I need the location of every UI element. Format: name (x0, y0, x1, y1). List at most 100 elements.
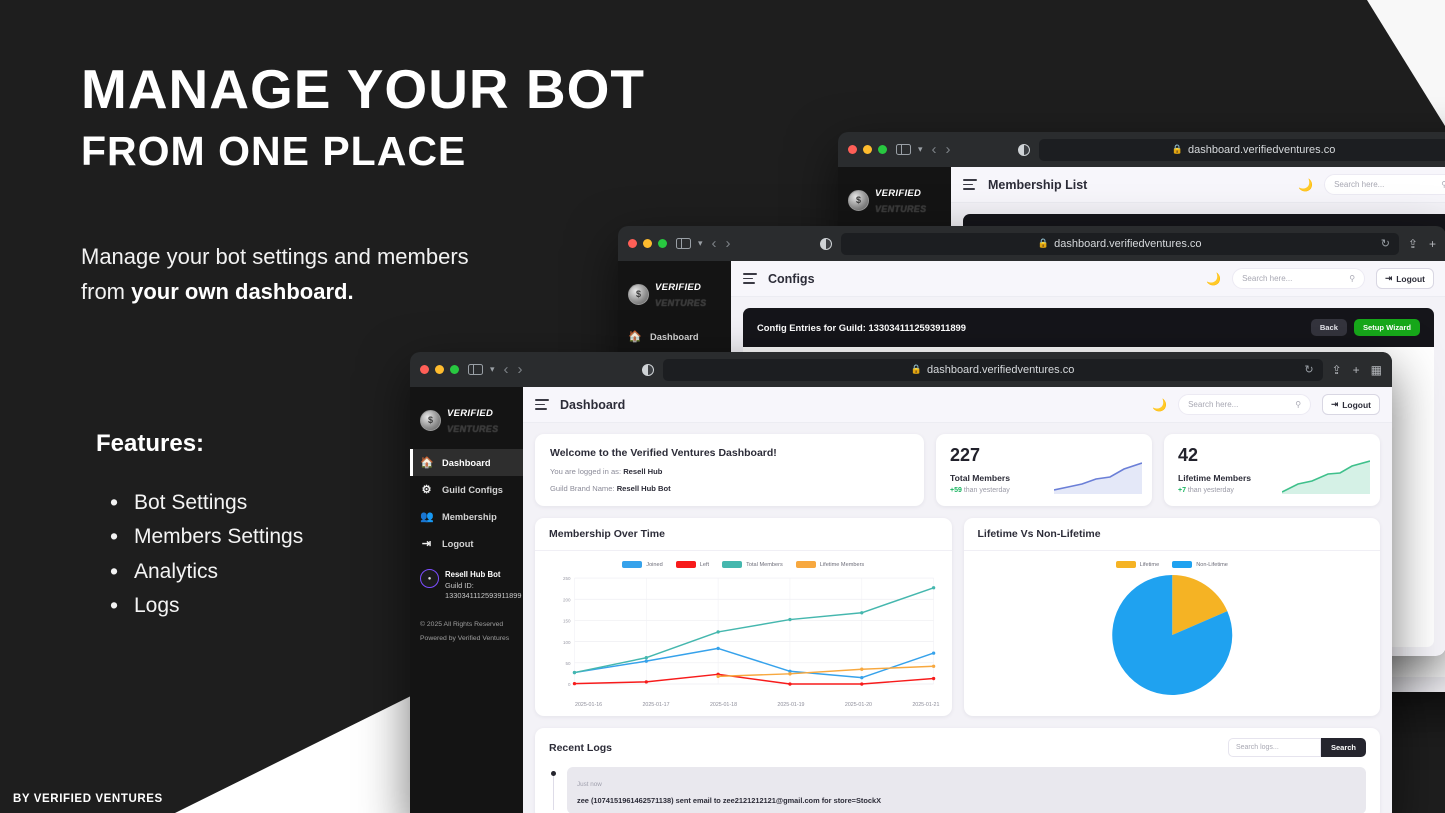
sidebar-item-label: Dashboard (442, 457, 491, 468)
plus-icon[interactable]: + (1353, 363, 1360, 377)
reader-contrast-icon[interactable] (819, 237, 832, 250)
close-icon[interactable] (628, 239, 637, 248)
sidebar-item-membership[interactable]: 👥 Membership (410, 503, 523, 530)
back-icon[interactable]: ‹ (932, 141, 937, 158)
maximize-icon[interactable] (658, 239, 667, 248)
close-icon[interactable] (848, 145, 857, 154)
reader-contrast-icon[interactable] (641, 363, 654, 376)
minimize-icon[interactable] (435, 365, 444, 374)
reload-icon[interactable]: ↻ (1304, 363, 1313, 376)
sidebar-toggle[interactable]: ▾ (468, 364, 495, 375)
sparkline-lifetime-members (1282, 460, 1370, 494)
minimize-icon[interactable] (643, 239, 652, 248)
window-controls[interactable] (628, 239, 667, 248)
brand-line-1: VERIFIED (447, 408, 494, 419)
sidebar-toggle[interactable]: ▾ (896, 144, 923, 155)
forward-icon[interactable]: › (726, 235, 731, 252)
moon-icon[interactable]: 🌙 (1206, 272, 1221, 286)
logs-search-input[interactable]: Search logs... (1227, 738, 1321, 757)
sidebar-toggle[interactable]: ▾ (676, 238, 703, 249)
legend-item-non-lifetime[interactable]: Non-Lifetime (1172, 561, 1228, 568)
sidebar-toggle-icon[interactable] (468, 364, 483, 375)
legend-item-total-members[interactable]: Total Members (722, 561, 783, 568)
close-icon[interactable] (420, 365, 429, 374)
chart-legend[interactable]: Joined Left Total Members Lifetime Membe… (547, 561, 940, 568)
menu-icon[interactable] (963, 179, 977, 190)
topbar-tools[interactable]: 🌙 Search here... ⚲ ⇥ Logout (1298, 174, 1445, 195)
reload-icon[interactable]: ↻ (1381, 237, 1390, 250)
x-tick: 2025-01-20 (844, 702, 872, 708)
menu-icon[interactable] (743, 273, 757, 284)
sidebar-item-logout[interactable]: ⇥ Logout (410, 530, 523, 557)
share-icon[interactable]: ⇪ (1408, 237, 1418, 251)
chrome-right-tools[interactable]: ⇪ + ▦ (1332, 363, 1382, 377)
lock-icon: 🔒 (910, 364, 922, 374)
forward-icon[interactable]: › (518, 361, 523, 378)
legend-item-lifetime[interactable]: Lifetime (1115, 561, 1159, 568)
maximize-icon[interactable] (878, 145, 887, 154)
brand-line-1: VERIFIED (655, 282, 702, 293)
topbar-tools[interactable]: 🌙 Search here... ⚲ ⇥ Logout (1152, 394, 1380, 415)
sidebar-item-dashboard[interactable]: 🏠 Dashboard (618, 323, 731, 350)
legend-item-joined[interactable]: Joined (622, 561, 663, 568)
search-input[interactable]: Search here... ⚲ (1178, 394, 1312, 415)
window-controls[interactable] (420, 365, 459, 374)
legend-item-lifetime-members[interactable]: Lifetime Members (795, 561, 864, 568)
topbar-tools[interactable]: 🌙 Search here... ⚲ ⇥ Logout (1206, 268, 1434, 289)
address-bar[interactable]: 🔒 dashboard.verifiedventures.co ↻ (662, 358, 1323, 381)
url-text: dashboard.verifiedventures.co (1187, 143, 1336, 156)
sidebar-toggle-icon[interactable] (896, 144, 911, 155)
chrome-right-tools[interactable]: ⇪ + (1408, 237, 1436, 251)
minimize-icon[interactable] (863, 145, 872, 154)
legend-label: Joined (646, 561, 663, 568)
plus-icon[interactable]: + (1429, 237, 1436, 251)
back-icon[interactable]: ‹ (504, 361, 509, 378)
configs-banner-text: Config Entries for Guild: 13303411125939… (757, 322, 966, 333)
pie-legend[interactable]: Lifetime Non-Lifetime (976, 561, 1369, 568)
timeline (549, 767, 558, 810)
moon-icon[interactable]: 🌙 (1152, 398, 1167, 412)
logout-button[interactable]: ⇥ Logout (1376, 268, 1434, 289)
address-bar[interactable]: 🔒 dashboard.verifiedventures.co ↻ (840, 232, 1399, 255)
back-icon[interactable]: ‹ (712, 235, 717, 252)
banner-actions[interactable]: Back Setup Wizard (1310, 319, 1420, 336)
brand-logo: $ VERIFIED VENTURES (618, 269, 731, 323)
chevron-down-icon[interactable]: ▾ (490, 364, 495, 375)
window-controls[interactable] (848, 145, 887, 154)
legend-item-left[interactable]: Left (675, 561, 709, 568)
chevron-down-icon[interactable]: ▾ (918, 144, 923, 155)
maximize-icon[interactable] (450, 365, 459, 374)
search-icon[interactable]: ⚲ (1349, 274, 1355, 283)
sidebar-toggle-icon[interactable] (676, 238, 691, 249)
people-icon: 👥 (420, 511, 434, 523)
dashboard-window[interactable]: ▾ ‹ › 🔒 dashboard.verifiedventures.co ↻ … (410, 352, 1392, 813)
legend-swatch (722, 561, 743, 568)
logs-search-button[interactable]: Search (1320, 738, 1366, 757)
tab-grid-icon[interactable]: ▦ (1371, 363, 1382, 377)
reader-contrast-icon[interactable] (1017, 143, 1030, 156)
brand-line-1: VERIFIED (875, 188, 922, 199)
bot-card: ● Resell Hub Bot Guild ID: 1330341112593… (410, 557, 523, 606)
sidebar-item-dashboard[interactable]: 🏠 Dashboard (410, 449, 523, 476)
logout-button[interactable]: ⇥ Logout (1322, 394, 1380, 415)
sidebar-item-label: Logout (442, 538, 474, 549)
x-tick: 2025-01-19 (777, 702, 805, 708)
setup-wizard-button[interactable]: Setup Wizard (1353, 319, 1420, 336)
search-input[interactable]: Search here... ⚲ (1324, 174, 1445, 195)
address-bar[interactable]: 🔒 dashboard.verifiedventures.co ↻ (1038, 138, 1445, 161)
search-icon[interactable]: ⚲ (1295, 400, 1301, 409)
chevron-down-icon[interactable]: ▾ (698, 238, 703, 249)
share-icon[interactable]: ⇪ (1332, 363, 1342, 377)
menu-icon[interactable] (535, 399, 549, 410)
back-button[interactable]: Back (1310, 319, 1347, 336)
logs-tools[interactable]: Search logs... Search (1227, 738, 1366, 757)
moon-icon[interactable]: 🌙 (1298, 178, 1313, 192)
search-icon[interactable]: ⚲ (1441, 180, 1445, 189)
forward-icon[interactable]: › (946, 141, 951, 158)
sidebar[interactable]: $ VERIFIED VENTURES 🏠 Dashboard ⚙ Guild … (410, 387, 523, 813)
x-axis-labels: 2025-01-16 2025-01-17 2025-01-18 2025-01… (547, 700, 940, 708)
search-input[interactable]: Search here... ⚲ (1232, 268, 1366, 289)
copyright: © 2025 All Rights Reserved (420, 621, 504, 629)
sidebar-item-guild-configs[interactable]: ⚙ Guild Configs (410, 476, 523, 503)
stat-card-total-members: 227 Total Members +59 than yesterday (936, 434, 1152, 506)
